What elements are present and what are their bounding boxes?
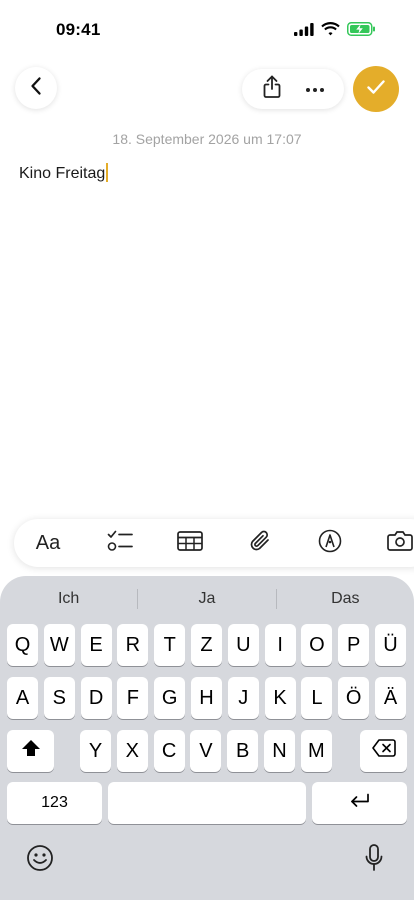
letter-key[interactable]: U (227, 624, 259, 666)
space-key[interactable] (108, 782, 306, 824)
letter-key[interactable]: R (117, 624, 149, 666)
letter-key[interactable]: S (43, 677, 75, 719)
shift-key[interactable] (7, 730, 54, 772)
letter-key[interactable]: Z (191, 624, 222, 666)
letter-key[interactable]: B (227, 730, 259, 772)
status-time: 09:41 (56, 20, 101, 39)
letter-key[interactable]: T (154, 624, 186, 666)
checklist-icon (107, 530, 133, 557)
return-icon (349, 792, 371, 815)
battery-charging-icon (347, 22, 376, 36)
paperclip-icon (249, 529, 271, 558)
keyboard: Ich Ja Das QWERTZUIOPÜ ASDFGHJKLÖÄ YXCVB… (0, 576, 414, 900)
letter-key[interactable]: L (301, 677, 333, 719)
share-button[interactable] (252, 69, 292, 109)
status-icons (294, 22, 376, 36)
letter-key[interactable]: I (264, 624, 296, 666)
emoji-icon (26, 844, 54, 877)
delete-backspace-icon (371, 739, 396, 763)
letter-key[interactable]: N (264, 730, 295, 772)
text-format-label: Aa (35, 531, 61, 554)
camera-button[interactable] (384, 519, 414, 567)
return-key[interactable] (312, 782, 407, 824)
note-body-editor[interactable]: Kino Freitag (19, 163, 109, 183)
letter-key[interactable]: A (7, 677, 38, 719)
status-bar: 09:41 (0, 0, 414, 60)
letter-key[interactable]: Q (7, 624, 38, 666)
more-button[interactable] (295, 69, 335, 109)
text-format-button[interactable]: Aa (28, 519, 68, 567)
letter-key[interactable]: Y (80, 730, 111, 772)
chevron-left-icon (29, 76, 43, 101)
camera-icon (387, 530, 413, 557)
letter-key[interactable]: F (117, 677, 149, 719)
letter-key[interactable]: Ä (375, 677, 406, 719)
note-date: 18. September 2026 um 17:07 (112, 131, 302, 147)
attachment-button[interactable] (244, 519, 276, 567)
letter-key[interactable]: M (300, 730, 332, 772)
suggestion-item[interactable]: Ich (0, 590, 137, 608)
predictive-suggestions: Ich Ja Das (0, 584, 414, 614)
checklist-button[interactable] (104, 519, 136, 567)
letter-key[interactable]: E (80, 624, 112, 666)
suggestion-item[interactable]: Das (277, 590, 414, 608)
checkmark-icon (366, 79, 386, 100)
nav-actions-pill (242, 69, 344, 109)
cellular-signal-icon (294, 22, 314, 36)
share-icon (262, 75, 282, 104)
ellipsis-icon (305, 80, 325, 98)
letter-key[interactable]: G (154, 677, 186, 719)
markup-button[interactable] (314, 519, 346, 567)
shift-icon (21, 739, 41, 763)
table-button[interactable] (174, 519, 206, 567)
letter-key[interactable]: Ü (375, 624, 406, 666)
numbers-key[interactable]: 123 (7, 782, 102, 824)
formatting-toolbar: Aa (14, 519, 414, 567)
letter-key[interactable]: J (227, 677, 259, 719)
letter-key[interactable]: V (190, 730, 222, 772)
dictation-button[interactable] (358, 843, 390, 877)
letter-key[interactable]: P (338, 624, 370, 666)
letter-key[interactable]: C (153, 730, 185, 772)
note-text[interactable]: Kino Freitag (19, 165, 105, 182)
back-button[interactable] (15, 67, 57, 109)
letter-key[interactable]: W (43, 624, 75, 666)
letter-key[interactable]: D (80, 677, 112, 719)
done-button[interactable] (353, 66, 399, 112)
letter-key[interactable]: K (264, 677, 296, 719)
markup-pen-icon (318, 529, 342, 558)
letter-key[interactable]: H (191, 677, 222, 719)
table-icon (177, 530, 203, 556)
delete-key[interactable] (360, 730, 407, 772)
letter-key[interactable]: X (116, 730, 148, 772)
emoji-button[interactable] (24, 844, 56, 876)
wifi-icon (321, 22, 340, 36)
letter-key[interactable]: O (301, 624, 333, 666)
microphone-icon (364, 843, 384, 877)
letter-key[interactable]: Ö (338, 677, 370, 719)
text-caret (106, 163, 109, 182)
suggestion-item[interactable]: Ja (138, 590, 275, 608)
